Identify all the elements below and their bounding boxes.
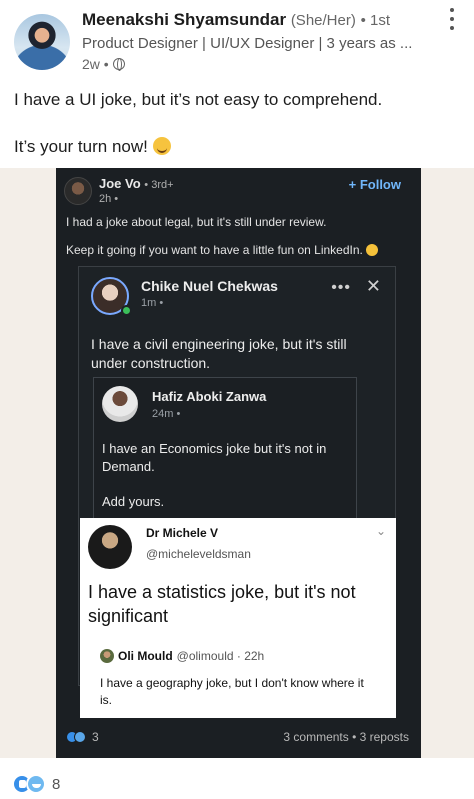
tweet-author-name: Dr Michele V [146,526,219,540]
joe-degree: • 3rd+ [144,179,174,191]
hafiz-name: Hafiz Aboki Zanwa [152,389,267,404]
reactions-count: 8 [52,775,61,793]
post-timestamp: 2w • [82,56,125,72]
connection-degree: • 1st [360,12,391,29]
quote-author-name: Oli Mould [118,649,173,663]
tweet-card: Dr Michele V @micheleveldsman ⌄ I have a… [80,518,396,718]
post-text-line-2: It’s your turn now! [14,137,171,157]
shared-reactions-icon [66,731,86,743]
chike-text: I have a civil engineering joke, but it'… [91,336,347,371]
reactions-summary[interactable]: 8 [12,774,60,794]
tweet-avatar [88,525,132,569]
chike-name: Chike Nuel Chekwas [141,278,278,294]
quote-avatar [100,649,114,663]
post-text-line-2-text: It’s your turn now! [14,137,148,156]
funny-reaction-icon [26,774,46,794]
globe-icon [112,58,125,71]
tweet-text: I have a statistics joke, but it's not s… [88,582,356,626]
tweet-author-handle: @micheleveldsman [146,547,251,561]
hafiz-add-yours: Add yours. [102,494,165,509]
shared-comment-repost-stats: 3 comments • 3 reposts [283,730,409,744]
author-headline: Product Designer | UI/UX Designer | 3 ye… [82,35,413,52]
grinning-emoji-icon [152,137,171,155]
author-avatar[interactable] [14,14,70,70]
post-time-text: 2w • [82,56,109,72]
post-header: Meenakshi Shyamsundar (She/Her) • 1st Pr… [0,0,474,80]
post-text-line-1: I have a UI joke, but it’s not easy to c… [14,90,383,109]
author-line[interactable]: Meenakshi Shyamsundar (She/Her) • 1st [82,10,390,30]
joe-name-line: Joe Vo • 3rd+ [99,176,174,191]
joe-name: Joe Vo [99,176,141,191]
author-name[interactable]: Meenakshi Shyamsundar [82,10,286,29]
quote-text: I have a geography joke, but I don't kno… [100,676,364,707]
celebrate-reaction-icon [74,731,86,743]
chevron-down-icon: ⌄ [375,524,386,538]
shared-screenshot[interactable]: Joe Vo • 3rd+ 2h • + Follow I had a joke… [56,168,421,758]
author-pronouns: (She/Her) [290,12,356,29]
follow-button: + Follow [348,177,401,192]
online-status-icon [121,305,132,316]
shared-reaction-count: 3 [92,730,99,744]
hafiz-avatar [102,386,138,422]
more-options-icon[interactable] [442,6,462,32]
chike-close-icon: ✕ [365,276,381,296]
joe-avatar [64,177,92,205]
quote-author-handle: @olimould · 22h [176,649,265,663]
joe-text-2-content: Keep it going if you want to have a litt… [66,243,363,257]
joe-text-1: I had a joke about legal, but it's still… [66,215,327,229]
hafiz-time: 24m • [152,408,181,420]
chike-time: 1m • [141,297,164,309]
joe-text-2: Keep it going if you want to have a litt… [66,243,379,257]
hafiz-text: I have an Economics joke but it's not in… [102,441,327,474]
joe-time: 2h • [99,193,119,205]
chike-more-icon: ••• [331,279,351,296]
smile-emoji-icon [366,244,379,256]
quote-header: Oli Mould @olimould · 22h [100,649,264,663]
shared-footer: 3 3 comments • 3 reposts [56,728,421,750]
